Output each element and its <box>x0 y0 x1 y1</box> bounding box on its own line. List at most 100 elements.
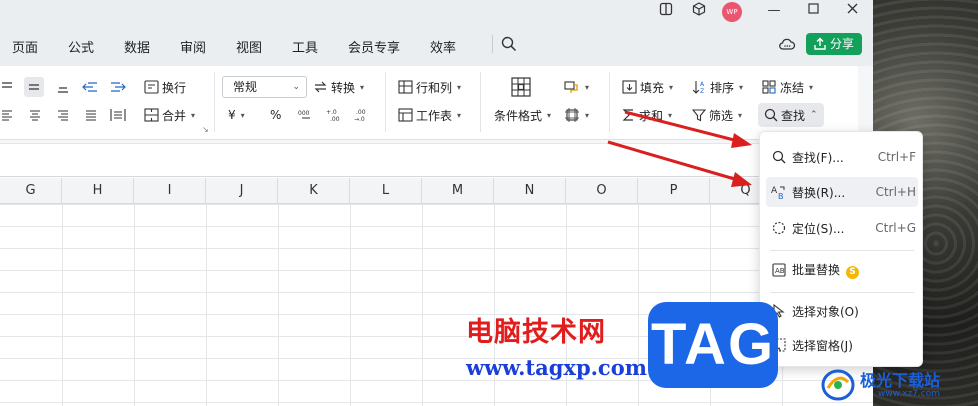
menu-member[interactable]: 会员专享 <box>348 37 400 56</box>
close-icon[interactable] <box>841 2 863 20</box>
wrap-text-button[interactable]: 换行 <box>144 77 186 97</box>
title-bar: WP — <box>0 0 873 24</box>
justify-icon[interactable] <box>84 105 98 125</box>
chevron-down-icon: ▾ <box>360 82 365 92</box>
thousands-icon[interactable]: 000 <box>298 105 314 125</box>
cloud-icon[interactable] <box>778 36 796 52</box>
menu-item-batch-replace[interactable]: AB 批量替换 S <box>766 255 918 285</box>
column-header-l[interactable]: L <box>350 178 422 204</box>
batch-replace-label: 批量替换 <box>792 263 841 277</box>
search-icon[interactable] <box>501 36 517 52</box>
share-button[interactable]: 分享 <box>806 33 862 55</box>
svg-text:A: A <box>700 81 705 88</box>
avatar[interactable]: WP <box>722 2 742 22</box>
freeze-icon <box>762 80 776 94</box>
border-button[interactable]: ▾ <box>564 105 589 125</box>
chevron-down-icon: ▾ <box>585 82 590 92</box>
dialog-launcher-icon[interactable]: ↘ <box>202 124 209 134</box>
chevron-up-icon: ⌃ <box>810 110 818 120</box>
decrease-indent-icon[interactable] <box>82 77 98 97</box>
replace-shortcut: Ctrl+H <box>875 185 916 199</box>
menu-divider <box>492 35 493 53</box>
column-header-p[interactable]: P <box>638 178 710 204</box>
row-col-icon <box>398 80 413 94</box>
merge-icon <box>144 108 159 122</box>
column-header-m[interactable]: M <box>422 178 494 204</box>
replace-icon: AB <box>766 184 792 200</box>
menu-review[interactable]: 审阅 <box>180 37 206 56</box>
layout-icon[interactable] <box>655 2 677 20</box>
distribute-icon[interactable] <box>110 105 126 125</box>
percent-button[interactable]: % <box>270 105 281 125</box>
currency-symbol: ¥ <box>228 108 236 122</box>
freeze-label: 冻结 <box>780 80 805 95</box>
menu-formula[interactable]: 公式 <box>68 37 94 56</box>
cond-format-label: 条件格式 <box>494 108 543 123</box>
menu-divider <box>770 250 914 251</box>
minimize-icon[interactable]: — <box>763 2 785 20</box>
fill-label: 填充 <box>640 80 665 95</box>
align-bottom-icon[interactable] <box>56 77 70 97</box>
percent-symbol: % <box>270 108 282 122</box>
maximize-icon[interactable] <box>802 2 824 20</box>
menu-efficiency[interactable]: 效率 <box>430 37 456 56</box>
menu-item-select-object[interactable]: 选择对象(O) <box>766 296 918 326</box>
align-middle-icon[interactable] <box>24 77 44 97</box>
align-right-icon[interactable] <box>56 105 70 125</box>
sort-button[interactable]: AZ 排序 ▾ <box>692 77 743 97</box>
merge-button[interactable]: 合并 ▾ <box>144 105 195 125</box>
cond-format-button[interactable]: 条件格式 ▾ <box>494 105 551 125</box>
find-dropdown-menu: 查找(F)... Ctrl+F AB 替换(R)... Ctrl+H 定位(S)… <box>759 131 923 367</box>
increase-decimal-icon[interactable]: +.0.00 <box>326 105 342 125</box>
svg-text:Z: Z <box>700 88 704 94</box>
search-icon <box>764 108 778 122</box>
menu-item-replace[interactable]: AB 替换(R)... Ctrl+H <box>766 177 918 207</box>
ribbon-divider <box>609 72 610 132</box>
formula-bar[interactable] <box>0 143 873 177</box>
cube-icon[interactable] <box>688 2 710 20</box>
fill-icon <box>622 80 637 94</box>
increase-indent-icon[interactable] <box>110 77 126 97</box>
svg-text:+.0: +.0 <box>326 109 337 116</box>
menu-tools[interactable]: 工具 <box>292 37 318 56</box>
column-header-g[interactable]: G <box>0 178 62 204</box>
column-header-n[interactable]: N <box>494 178 566 204</box>
column-header-i[interactable]: I <box>134 178 206 204</box>
cell-style-button[interactable]: ▾ <box>564 77 589 97</box>
watermark-url: www.tagxp.com <box>466 355 647 380</box>
worksheet-button[interactable]: 工作表 ▾ <box>398 105 461 125</box>
decrease-decimal-icon[interactable]: .00 →.0 <box>354 105 370 125</box>
menu-view[interactable]: 视图 <box>236 37 262 56</box>
number-format-select[interactable]: 常规 ⌄ <box>222 76 307 98</box>
column-header-o[interactable]: O <box>566 178 638 204</box>
worksheet-icon <box>398 108 413 122</box>
row-col-button[interactable]: 行和列 ▾ <box>398 77 461 97</box>
freeze-button[interactable]: 冻结 ▾ <box>762 77 813 97</box>
column-header-h[interactable]: H <box>62 178 134 204</box>
share-label: 分享 <box>830 37 855 51</box>
align-center-icon[interactable] <box>28 105 42 125</box>
worksheet-label: 工作表 <box>416 108 453 123</box>
convert-button[interactable]: 转换 ▾ <box>313 77 364 97</box>
menu-item-find[interactable]: 查找(F)... Ctrl+F <box>766 142 918 172</box>
filter-icon <box>692 109 706 122</box>
currency-button[interactable]: ¥ ▾ <box>228 105 245 125</box>
menu-page[interactable]: 页面 <box>12 37 38 56</box>
menu-item-select-pane[interactable]: 选择窗格(J) <box>766 330 918 360</box>
menu-item-goto[interactable]: 定位(S)... Ctrl+G <box>766 213 918 243</box>
align-left-icon[interactable] <box>0 105 14 125</box>
column-header-k[interactable]: K <box>278 178 350 204</box>
sum-button[interactable]: 求和 ▾ <box>622 105 672 125</box>
cond-format-big-icon[interactable] <box>510 74 532 100</box>
find-button[interactable]: 查找 ⌃ <box>758 103 824 127</box>
filter-button[interactable]: 筛选 ▾ <box>692 105 742 125</box>
fill-button[interactable]: 填充 ▾ <box>622 77 673 97</box>
wrap-icon <box>144 80 159 94</box>
chevron-down-icon: ▾ <box>668 110 673 120</box>
wrap-label: 换行 <box>162 80 187 95</box>
menu-data[interactable]: 数据 <box>124 37 150 56</box>
align-top-icon[interactable] <box>0 77 14 97</box>
column-header-j[interactable]: J <box>206 178 278 204</box>
chevron-down-icon: ▾ <box>240 110 245 120</box>
premium-badge-icon: S <box>846 266 860 279</box>
